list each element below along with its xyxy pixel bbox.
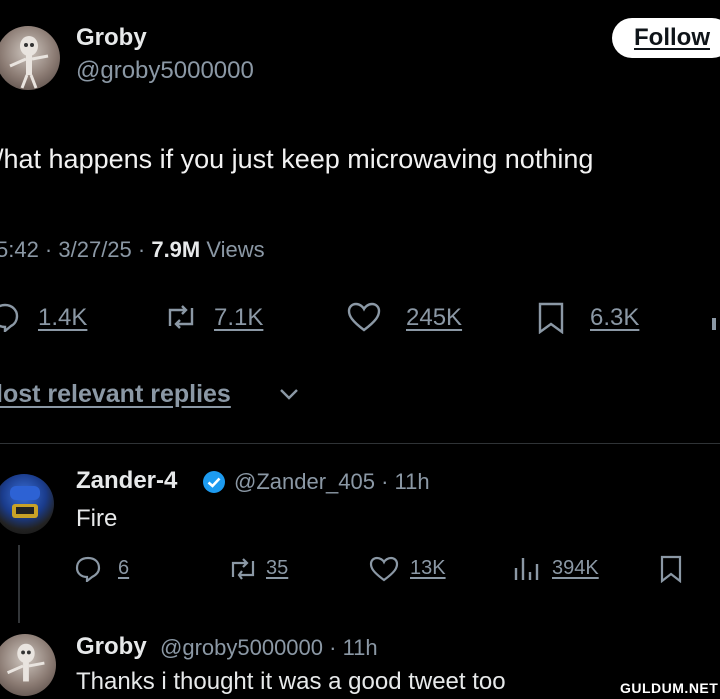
bookmark-count[interactable]: 6.3K — [590, 304, 639, 332]
divider — [0, 443, 720, 444]
reply-avatar[interactable] — [0, 474, 54, 534]
share-icon[interactable] — [712, 318, 716, 330]
repost-icon[interactable] — [162, 302, 200, 337]
reply-like-count[interactable]: 13K — [410, 557, 446, 580]
repost-count[interactable]: 7.1K — [214, 304, 263, 332]
reply-text: Thanks i thought it was a good tweet too — [76, 668, 506, 695]
reply-avatar[interactable] — [0, 634, 56, 696]
reply-icon[interactable] — [74, 556, 110, 587]
views-label: Views — [200, 237, 265, 262]
views-icon[interactable] — [512, 556, 542, 587]
bookmark-icon[interactable] — [658, 555, 684, 588]
reply-views-count[interactable]: 394K — [552, 557, 599, 580]
helmet-figure-icon — [10, 486, 40, 518]
reply-handle-time[interactable]: @Zander_405 · 11h — [234, 469, 430, 495]
alien-figure-icon — [6, 643, 45, 682]
author-name[interactable]: Groby — [76, 24, 147, 52]
thread-line — [18, 545, 20, 623]
repost-icon[interactable] — [226, 556, 260, 587]
like-icon[interactable] — [346, 302, 382, 337]
bookmark-icon[interactable] — [536, 302, 566, 339]
author-handle[interactable]: @groby5000000 — [76, 57, 254, 85]
follow-button[interactable]: Follow — [612, 18, 720, 58]
reply-count[interactable]: 1.4K — [38, 304, 87, 332]
tweet-time-date: 5:42 · 3/27/25 · — [0, 237, 152, 262]
replies-filter[interactable]: lost relevant replies — [0, 380, 231, 409]
verified-badge-icon — [202, 470, 226, 499]
tweet-text: /hat happens if you just keep microwavin… — [0, 144, 594, 174]
watermark: GULDUM.NET — [620, 680, 719, 696]
reply-author-name[interactable]: Groby — [76, 633, 147, 661]
alien-figure-icon — [9, 36, 49, 89]
author-avatar[interactable] — [0, 26, 60, 90]
reply-reply-count[interactable]: 6 — [118, 557, 129, 580]
views-count: 7.9M — [151, 237, 201, 262]
reply-handle-time[interactable]: @groby5000000 · 11h — [160, 635, 378, 661]
reply-text: Fire — [76, 505, 118, 532]
replies-filter-label[interactable]: lost relevant replies — [0, 380, 231, 408]
reply-icon[interactable] — [0, 302, 20, 337]
like-icon[interactable] — [368, 556, 400, 587]
chevron-down-icon[interactable] — [277, 384, 301, 409]
reply-repost-count[interactable]: 35 — [266, 557, 288, 580]
reply-author-name[interactable]: Zander-4 — [76, 467, 177, 495]
tweet-meta: 5:42 · 3/27/25 · 7.9M Views — [0, 237, 265, 263]
like-count[interactable]: 245K — [406, 304, 462, 332]
